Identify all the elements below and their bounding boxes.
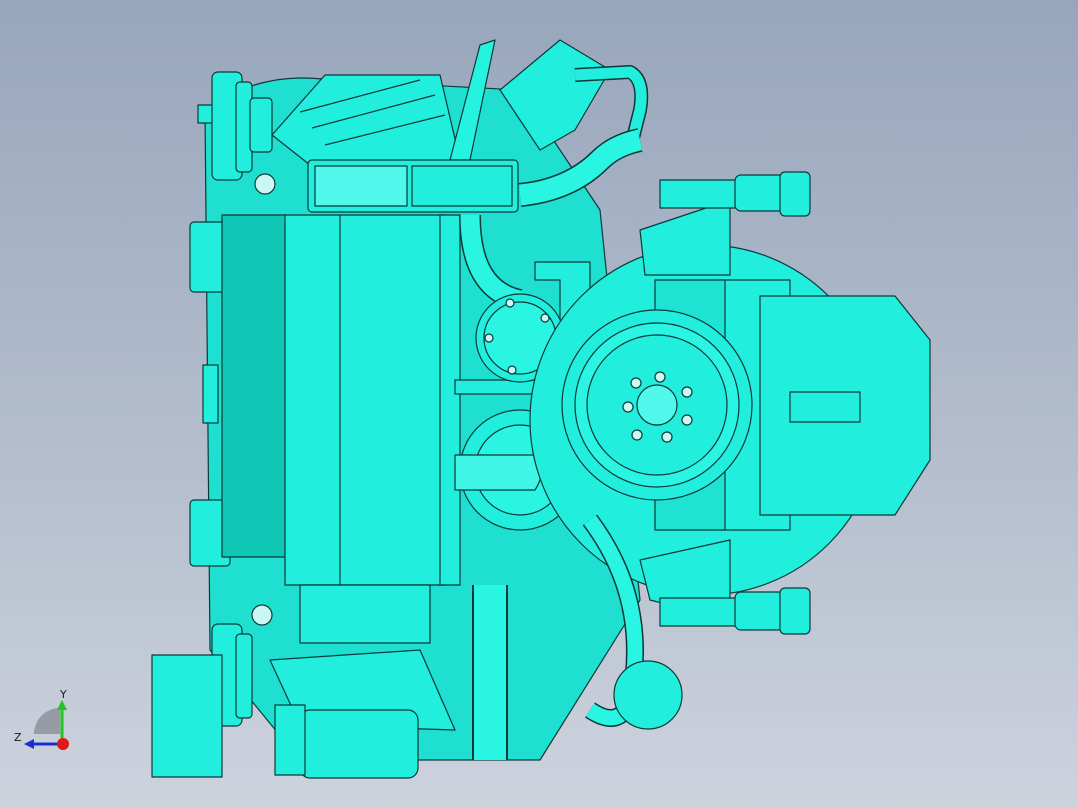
starter-motor <box>299 709 419 779</box>
idler-pulley <box>613 660 683 730</box>
valve-cover <box>221 214 288 558</box>
gear-case <box>639 199 731 276</box>
triad-origin <box>57 738 69 750</box>
cad-graphics-viewport[interactable]: Y Z <box>0 0 1078 808</box>
starter-bracket <box>151 654 223 778</box>
coordinate-triad <box>24 700 69 750</box>
injector-upper <box>659 179 741 209</box>
water-pump-inlet <box>454 454 543 491</box>
cylinder-block <box>284 214 446 586</box>
injector-lower <box>659 597 741 627</box>
mount-hole-lower <box>251 604 273 626</box>
mount-hole-upper <box>254 173 276 195</box>
z-axis-label: Z <box>14 731 22 744</box>
engine-assembly-model[interactable] <box>0 0 1078 808</box>
y-axis-label: Y <box>60 688 67 701</box>
oil-filter-housing <box>299 584 431 644</box>
